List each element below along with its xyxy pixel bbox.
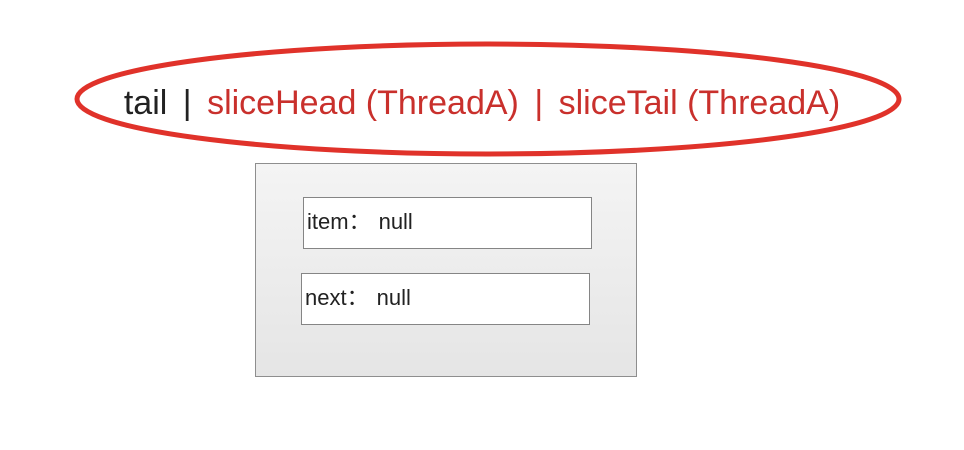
pointer-labels: tail | sliceHead (ThreadA) | sliceTail (… bbox=[0, 81, 964, 125]
slice-tail-label: sliceTail (ThreadA) bbox=[558, 84, 841, 122]
separator: | bbox=[182, 84, 192, 122]
item-value: null bbox=[378, 209, 413, 234]
next-colon: ： bbox=[346, 285, 369, 310]
separator: | bbox=[534, 84, 544, 122]
item-colon: ： bbox=[348, 209, 371, 234]
item-key: item bbox=[307, 209, 349, 234]
item-field: item： null bbox=[303, 197, 592, 249]
slice-head-label: sliceHead (ThreadA) bbox=[207, 84, 519, 122]
next-field: next： null bbox=[301, 273, 590, 325]
linked-list-node: item： null next： null bbox=[255, 163, 637, 377]
next-value: null bbox=[376, 285, 411, 310]
tail-label: tail bbox=[123, 84, 168, 122]
next-key: next bbox=[305, 285, 347, 310]
